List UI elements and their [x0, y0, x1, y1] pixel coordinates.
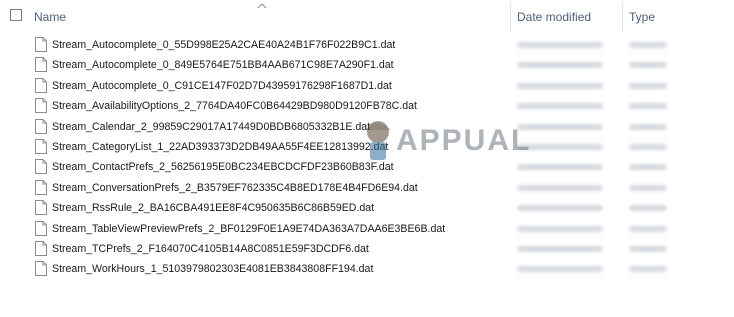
file-icon [35, 200, 47, 216]
type-cell [629, 62, 667, 69]
column-header-name[interactable]: Name [34, 0, 508, 34]
file-row[interactable]: Stream_Autocomplete_0_849E5764E751BB4AAB… [0, 55, 734, 75]
column-header-bar: Name Date modified Type [0, 0, 734, 34]
date-modified-cell [517, 266, 603, 273]
file-row[interactable]: Stream_Autocomplete_0_C91CE147F02D7D4395… [0, 76, 734, 96]
file-name[interactable]: Stream_ConversationPrefs_2_B3579EF762335… [52, 178, 418, 198]
type-cell [629, 184, 667, 191]
file-icon [35, 98, 47, 114]
file-icon [35, 37, 47, 52]
date-modified-cell [517, 184, 603, 191]
column-resize-handle[interactable] [510, 2, 511, 32]
type-cell [629, 103, 667, 110]
file-icon [35, 240, 47, 256]
file-icon [35, 261, 47, 277]
column-header-date-modified[interactable]: Date modified [517, 0, 617, 34]
type-cell [629, 82, 667, 89]
file-icon [35, 159, 47, 175]
file-name[interactable]: Stream_Autocomplete_0_849E5764E751BB4AAB… [52, 55, 394, 75]
type-cell [629, 123, 667, 130]
type-cell [629, 42, 667, 48]
file-icon [35, 220, 47, 236]
file-name[interactable]: Stream_WorkHours_1_5103979802303E4081EB3… [52, 259, 373, 279]
file-icon [35, 57, 47, 73]
type-cell [629, 143, 667, 150]
type-cell [629, 205, 667, 212]
select-all-checkbox[interactable] [10, 9, 22, 21]
date-modified-cell [517, 103, 603, 110]
file-name[interactable]: Stream_TCPrefs_2_F164070C4105B14A8C0851E… [52, 239, 369, 259]
file-row[interactable]: Stream_RssRule_2_BA16CBA491EE8F4C950635B… [0, 198, 734, 218]
file-name[interactable]: Stream_RssRule_2_BA16CBA491EE8F4C950635B… [52, 198, 374, 218]
file-name[interactable]: Stream_TableViewPreviewPrefs_2_BF0129F0E… [52, 219, 445, 239]
file-name[interactable]: Stream_Autocomplete_0_C91CE147F02D7D4395… [52, 76, 392, 96]
date-modified-cell [517, 225, 603, 232]
type-cell [629, 164, 667, 171]
file-icon [35, 179, 47, 195]
appuals-watermark: APPUALS [366, 121, 530, 160]
file-icon [35, 118, 47, 134]
file-row[interactable]: Stream_ConversationPrefs_2_B3579EF762335… [0, 178, 734, 198]
date-modified-cell [517, 82, 603, 89]
date-modified-cell [517, 42, 603, 48]
date-modified-cell [517, 62, 603, 69]
file-icon [35, 138, 47, 154]
date-modified-cell [517, 205, 603, 212]
type-cell [629, 225, 667, 232]
file-icon [35, 77, 47, 93]
type-cell [629, 245, 667, 252]
column-header-type[interactable]: Type [629, 0, 729, 34]
type-cell [629, 266, 667, 273]
file-name[interactable]: Stream_Autocomplete_0_55D998E25A2CAE40A2… [52, 35, 395, 55]
file-row[interactable]: Stream_TableViewPreviewPrefs_2_BF0129F0E… [0, 219, 734, 239]
column-resize-handle[interactable] [622, 2, 623, 32]
watermark-text: APPUALS [396, 124, 530, 157]
file-row[interactable]: Stream_TCPrefs_2_F164070C4105B14A8C0851E… [0, 239, 734, 259]
file-name[interactable]: Stream_Calendar_2_99859C29017A17449D0BDB… [52, 117, 370, 137]
file-row[interactable]: Stream_Autocomplete_0_55D998E25A2CAE40A2… [0, 35, 734, 55]
date-modified-cell [517, 245, 603, 252]
file-name[interactable]: Stream_CategoryList_1_22AD393373D2DB49AA… [52, 137, 388, 157]
file-row[interactable]: Stream_WorkHours_1_5103979802303E4081EB3… [0, 259, 734, 279]
